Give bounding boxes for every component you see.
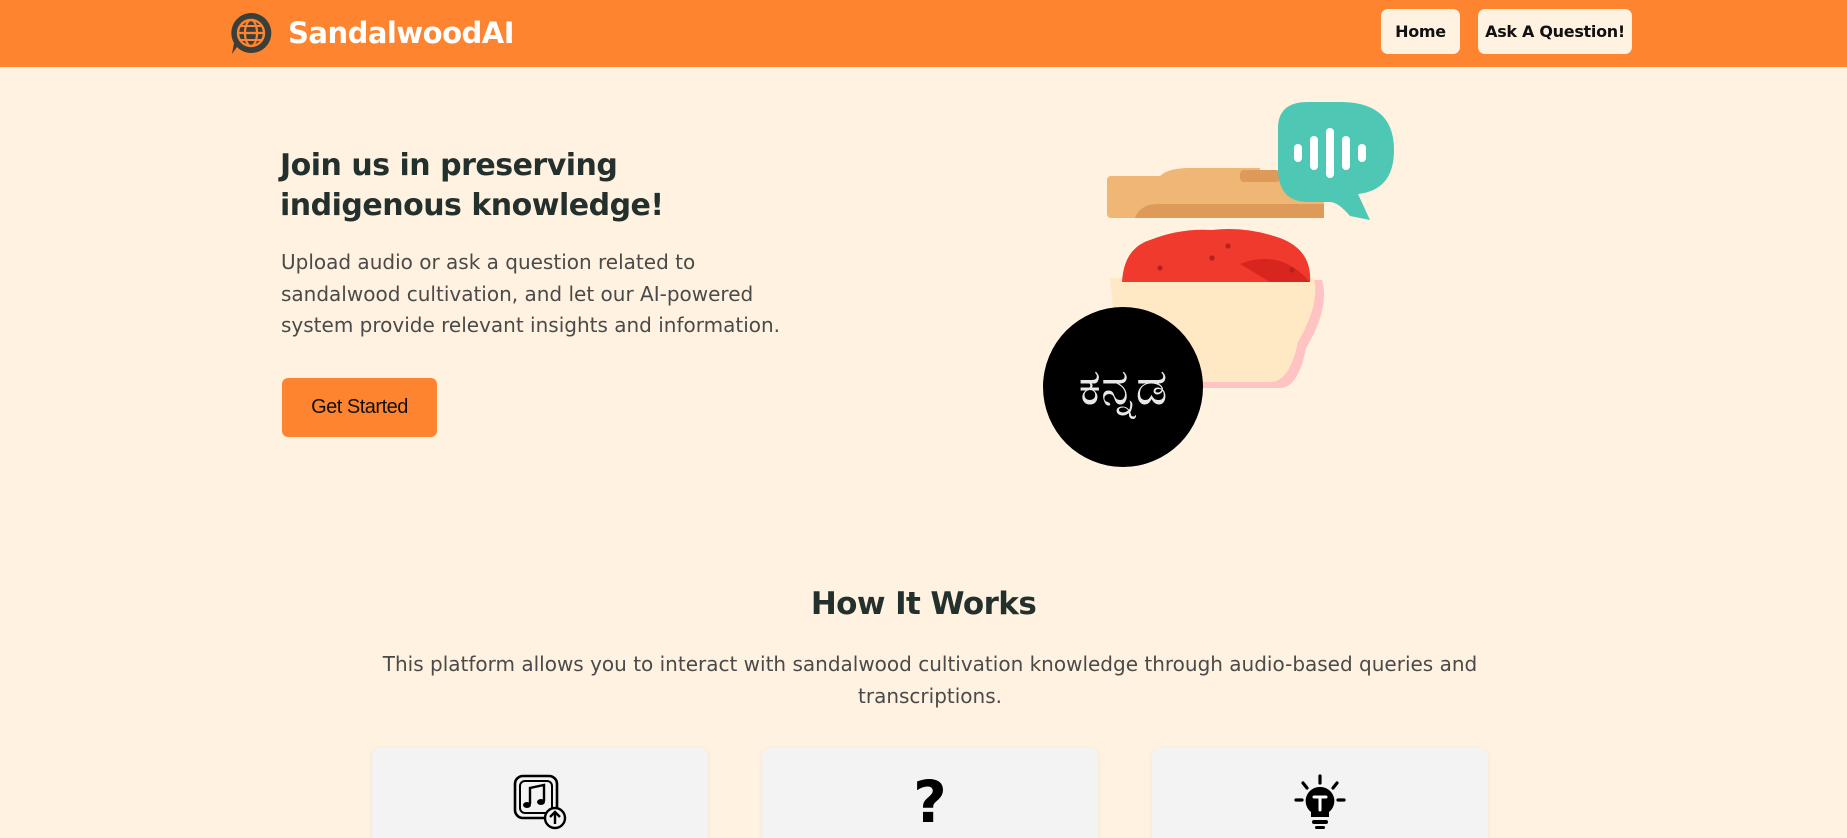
audio-upload-icon	[513, 774, 567, 830]
feature-card-ask-question: ?	[762, 748, 1098, 838]
feature-card-audio-upload	[372, 748, 708, 838]
navbar: SandalwoodAI Home Ask A Question!	[0, 0, 1847, 67]
lightbulb-icon	[1294, 774, 1346, 829]
how-it-works-title: How It Works	[810, 586, 1037, 622]
nav-home-button[interactable]: Home	[1381, 9, 1460, 54]
nav-ask-question-button[interactable]: Ask A Question!	[1478, 9, 1632, 54]
globe-chat-logo-icon	[231, 12, 272, 54]
hero-title: Join us in preserving indigenous knowled…	[280, 148, 664, 223]
hero-description: Upload audio or ask a question related t…	[281, 250, 781, 337]
question-mark-icon: ?	[913, 768, 947, 836]
brand-name: SandalwoodAI	[288, 16, 515, 50]
how-it-works-description: This platform allows you to interact wit…	[382, 652, 1478, 708]
kannada-language-badge: ಕನ್ನಡ	[1043, 307, 1203, 467]
brand[interactable]: SandalwoodAI	[228, 9, 515, 57]
feature-card-insights	[1152, 748, 1488, 838]
get-started-button[interactable]: Get Started	[282, 378, 437, 437]
